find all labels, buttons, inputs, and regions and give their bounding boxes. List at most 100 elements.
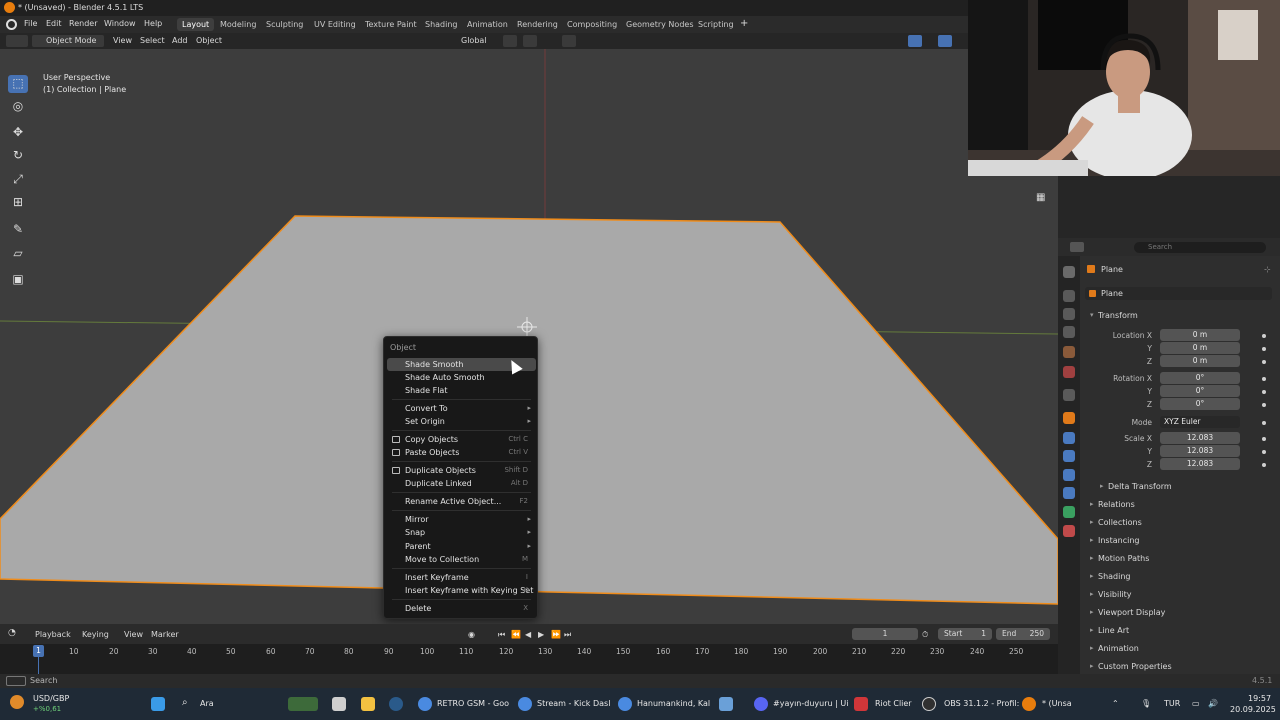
keyframe-dot-icon[interactable] bbox=[1262, 421, 1266, 425]
custom-properties-panel-header[interactable]: ▸ Custom Properties bbox=[1085, 659, 1272, 675]
animation-panel-header[interactable]: ▸ Animation bbox=[1085, 641, 1272, 657]
collections-panel-header[interactable]: ▸ Collections bbox=[1085, 515, 1272, 531]
timeline-menu-view[interactable]: View bbox=[124, 630, 143, 639]
editor-type-icon[interactable] bbox=[1070, 242, 1084, 252]
workspace-tab-rendering[interactable]: Rendering bbox=[512, 18, 563, 31]
gizmo-toggle-icon[interactable] bbox=[908, 35, 922, 47]
keyframe-dot-icon[interactable] bbox=[1262, 347, 1266, 351]
menu-item-delete[interactable]: Delete X bbox=[387, 602, 536, 615]
transform-orientation-dropdown[interactable]: Global bbox=[461, 36, 487, 45]
menu-object[interactable]: Object bbox=[196, 36, 222, 45]
menu-item-duplicate-objects[interactable]: Duplicate Objects Shift D bbox=[387, 464, 536, 477]
menu-item-convert-to[interactable]: Convert To ▸ bbox=[387, 402, 536, 415]
menu-help[interactable]: Help bbox=[144, 19, 162, 28]
menu-item-rename-active-object[interactable]: Rename Active Object... F2 bbox=[387, 495, 536, 508]
volume-icon[interactable]: 🔊 bbox=[1208, 699, 1218, 708]
tool-tab-icon[interactable] bbox=[1063, 266, 1075, 278]
tool-move[interactable]: ✥ bbox=[8, 124, 28, 142]
transform-panel-header[interactable]: ▾ Transform bbox=[1085, 308, 1272, 324]
jump-keyframe-back-icon[interactable]: ⏪ bbox=[511, 630, 521, 639]
workspace-tab-shading[interactable]: Shading bbox=[420, 18, 463, 31]
output-tab-icon[interactable] bbox=[1063, 308, 1075, 320]
workspace-tab-compositing[interactable]: Compositing bbox=[562, 18, 622, 31]
tool-add-cube[interactable]: ▣ bbox=[8, 271, 28, 289]
end-frame-field[interactable]: End 250 bbox=[996, 628, 1050, 640]
rotation-x-field[interactable]: 0° bbox=[1160, 372, 1240, 384]
workspace-tab-geometry-nodes[interactable]: Geometry Nodes bbox=[621, 18, 698, 31]
keyframe-dot-icon[interactable] bbox=[1262, 360, 1266, 364]
collection-tab-icon[interactable] bbox=[1063, 389, 1075, 401]
scale-y-field[interactable]: 12.083 bbox=[1160, 445, 1240, 457]
particles-tab-icon[interactable] bbox=[1063, 450, 1075, 462]
visibility-panel-header[interactable]: ▸ Visibility bbox=[1085, 587, 1272, 603]
material-tab-icon[interactable] bbox=[1063, 525, 1075, 537]
menu-item-copy-objects[interactable]: Copy Objects Ctrl C bbox=[387, 433, 536, 446]
location-y-field[interactable]: 0 m bbox=[1160, 342, 1240, 354]
tool-select-box[interactable]: ⬚ bbox=[8, 75, 28, 93]
tool-transform[interactable]: ⊞ bbox=[8, 194, 28, 212]
menu-item-move-to-collection[interactable]: Move to Collection M bbox=[387, 553, 536, 566]
overlay-toggle-icon[interactable] bbox=[938, 35, 952, 47]
tool-scale[interactable]: ⤢ bbox=[8, 171, 28, 189]
workspace-tab-scripting[interactable]: Scripting bbox=[693, 18, 739, 31]
menu-window[interactable]: Window bbox=[104, 19, 136, 28]
menu-item-mirror[interactable]: Mirror ▸ bbox=[387, 513, 536, 526]
auto-keying-icon[interactable]: ◉ bbox=[468, 630, 475, 639]
jump-keyframe-forward-icon[interactable]: ⏩ bbox=[551, 630, 561, 639]
menu-add[interactable]: Add bbox=[172, 36, 188, 45]
workspace-tab-texture-paint[interactable]: Texture Paint bbox=[360, 18, 422, 31]
stopwatch-icon[interactable]: ⏱ bbox=[922, 630, 928, 640]
play-icon[interactable]: ▶ bbox=[538, 630, 544, 639]
tool-cursor[interactable]: ◎ bbox=[8, 98, 28, 116]
editor-type-icon[interactable] bbox=[6, 35, 28, 47]
menu-item-paste-objects[interactable]: Paste Objects Ctrl V bbox=[387, 446, 536, 459]
physics-tab-icon[interactable] bbox=[1063, 469, 1075, 481]
view-layer-tab-icon[interactable] bbox=[1063, 326, 1075, 338]
jump-start-icon[interactable]: ⏮ bbox=[498, 630, 505, 640]
relations-panel-header[interactable]: ▸ Relations bbox=[1085, 497, 1272, 513]
menu-render[interactable]: Render bbox=[69, 19, 97, 28]
network-icon[interactable]: ▭ bbox=[1192, 699, 1200, 708]
menu-select[interactable]: Select bbox=[140, 36, 165, 45]
instancing-panel-header[interactable]: ▸ Instancing bbox=[1085, 533, 1272, 549]
menu-item-parent[interactable]: Parent ▸ bbox=[387, 540, 536, 553]
keyframe-dot-icon[interactable] bbox=[1262, 450, 1266, 454]
timeline-playhead[interactable]: 1 bbox=[33, 645, 44, 657]
location-x-field[interactable]: 0 m bbox=[1160, 329, 1240, 341]
object-tab-icon[interactable] bbox=[1063, 412, 1075, 424]
jump-end-icon[interactable]: ⏭ bbox=[564, 630, 571, 640]
keyframe-dot-icon[interactable] bbox=[1262, 437, 1266, 441]
line-art-panel-header[interactable]: ▸ Line Art bbox=[1085, 623, 1272, 639]
timeline-menu-marker[interactable]: Marker bbox=[151, 630, 179, 639]
menu-view[interactable]: View bbox=[113, 36, 132, 45]
tool-measure[interactable]: ▱ bbox=[8, 245, 28, 263]
tray-chevron-icon[interactable]: ⌃ bbox=[1112, 699, 1119, 708]
play-reverse-icon[interactable]: ◀ bbox=[525, 630, 531, 639]
keyframe-dot-icon[interactable] bbox=[1262, 377, 1266, 381]
start-frame-field[interactable]: Start 1 bbox=[938, 628, 992, 640]
scale-x-field[interactable]: 12.083 bbox=[1160, 432, 1240, 444]
workspace-tab-animation[interactable]: Animation bbox=[462, 18, 513, 31]
menu-item-snap[interactable]: Snap ▸ bbox=[387, 526, 536, 539]
keyframe-dot-icon[interactable] bbox=[1262, 334, 1266, 338]
keyframe-dot-icon[interactable] bbox=[1262, 463, 1266, 467]
timeline-menu-keying[interactable]: Keying bbox=[82, 630, 109, 639]
taskbar-search[interactable]: ⌕ Ara bbox=[176, 688, 324, 720]
world-tab-icon[interactable] bbox=[1063, 366, 1075, 378]
timeline-editor-icon[interactable]: ◔ bbox=[8, 628, 16, 638]
rotation-z-field[interactable]: 0° bbox=[1160, 398, 1240, 410]
workspace-tab-layout[interactable]: Layout bbox=[177, 18, 215, 31]
workspace-tab-sculpting[interactable]: Sculpting bbox=[261, 18, 308, 31]
menu-file[interactable]: File bbox=[24, 19, 37, 28]
menu-item-duplicate-linked[interactable]: Duplicate Linked Alt D bbox=[387, 477, 536, 490]
snap-icon[interactable] bbox=[523, 35, 537, 47]
workspace-tab-uv-editing[interactable]: UV Editing bbox=[309, 18, 361, 31]
timeline-ruler[interactable]: 10 20 30 40 50 60 70 80 90 100 110 120 1… bbox=[0, 644, 1058, 674]
motion-paths-panel-header[interactable]: ▸ Motion Paths bbox=[1085, 551, 1272, 567]
menu-item-set-origin[interactable]: Set Origin ▸ bbox=[387, 415, 536, 428]
viewport-display-panel-header[interactable]: ▸ Viewport Display bbox=[1085, 605, 1272, 621]
delta-transform-header[interactable]: ▸ Delta Transform bbox=[1095, 479, 1272, 495]
clock-date[interactable]: 20.09.2025 bbox=[1230, 705, 1276, 714]
microphone-icon[interactable]: 🎙 bbox=[1141, 699, 1151, 708]
timeline-menu-playback[interactable]: Playback bbox=[35, 630, 71, 639]
